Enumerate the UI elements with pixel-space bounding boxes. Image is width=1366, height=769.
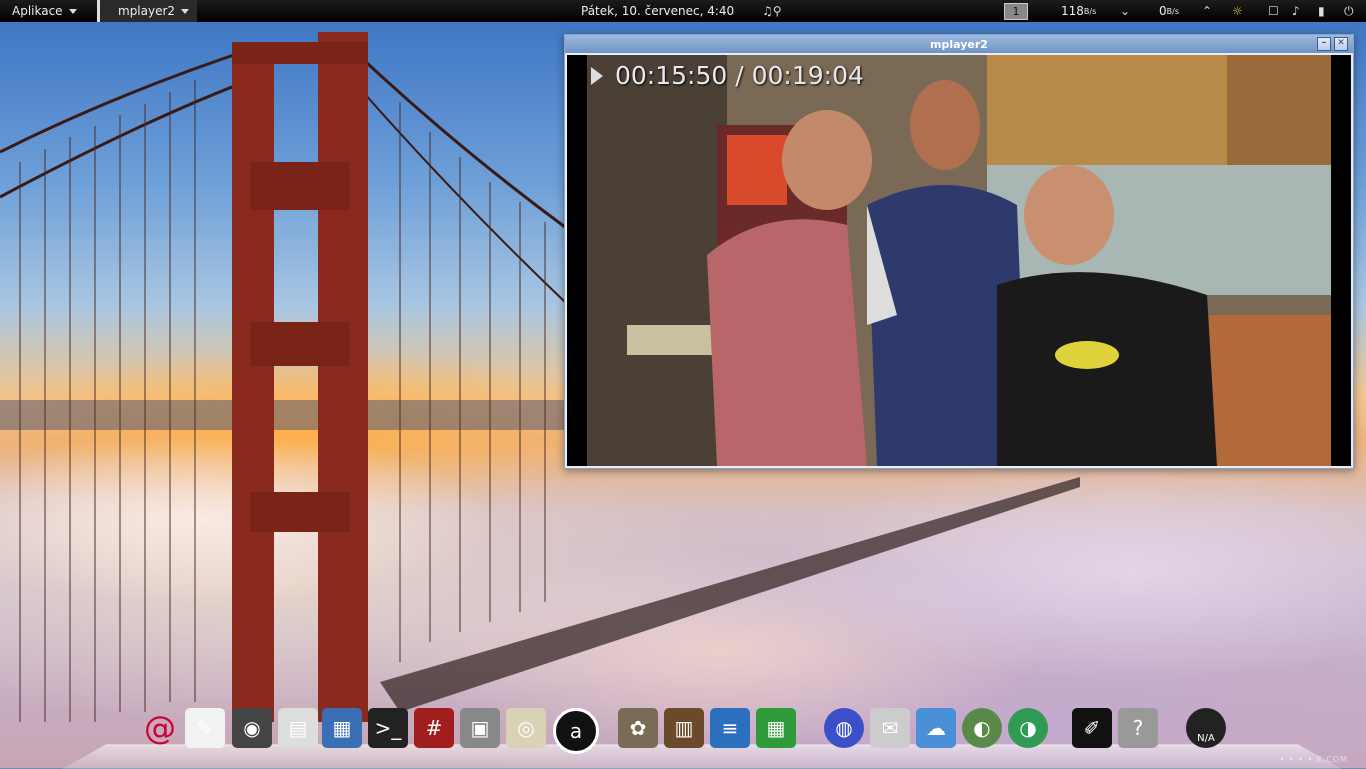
chevron-down-icon <box>181 8 190 14</box>
playback-osd: 00:15:50 / 00:19:04 <box>591 61 864 90</box>
upload-value: 0 <box>1159 4 1167 18</box>
video-scene <box>567 55 1351 466</box>
browser-globe-icon[interactable]: ◍ <box>824 708 864 748</box>
window-title: mplayer2 <box>930 37 988 51</box>
applications-menu-label: Aplikace <box>12 4 63 18</box>
mail-clock-icon[interactable]: ✉ <box>870 708 910 748</box>
chevron-down-icon <box>68 8 77 14</box>
notes-icon[interactable]: ✐ <box>1072 708 1112 748</box>
web-globe-icon[interactable]: ◑ <box>1008 708 1048 748</box>
download-unit: B/s <box>1083 6 1097 16</box>
minimize-button[interactable]: – <box>1317 37 1331 51</box>
debian-icon[interactable]: @ <box>140 708 180 748</box>
download-value: 118 <box>1061 4 1084 18</box>
terminal-icon[interactable]: >_ <box>368 708 408 748</box>
network-download-speed: 118 B/s <box>1061 0 1096 22</box>
applications-menu[interactable]: Aplikace <box>12 0 77 22</box>
watermark: • • • • E.COM <box>1279 755 1348 764</box>
amazon-icon[interactable]: a <box>553 708 599 754</box>
clock[interactable]: Pátek, 10. červenec, 4:40 <box>581 0 734 22</box>
volume-icon[interactable]: ♪ <box>1292 0 1300 22</box>
active-window-label: mplayer2 <box>118 4 176 18</box>
mplayer-window[interactable]: mplayer2 – ✕ 00:15:50 / 00:19:04 <box>564 34 1354 469</box>
gimp-icon[interactable]: ✿ <box>618 708 658 748</box>
network-upload-speed: 0 B/s <box>1159 0 1179 22</box>
package-installer-icon[interactable]: ▣ <box>460 708 500 748</box>
power-icon[interactable]: ⏻ <box>1344 0 1354 22</box>
upload-unit: B/s <box>1166 6 1179 16</box>
playback-time: 00:15:50 / 00:19:04 <box>615 61 864 90</box>
battery-icon[interactable]: ▮ <box>1318 0 1325 22</box>
window-icon[interactable]: ☐ <box>1268 0 1279 22</box>
network-globe-icon[interactable]: ◐ <box>962 708 1002 748</box>
speedometer-icon[interactable]: N/A <box>1186 708 1226 748</box>
workspace-switcher[interactable]: 1 <box>1004 3 1028 20</box>
close-button[interactable]: ✕ <box>1334 37 1348 51</box>
speedometer-label: N/A <box>1197 733 1215 744</box>
unknown-app-icon[interactable]: ? <box>1118 708 1158 748</box>
clock-label: Pátek, 10. červenec, 4:40 <box>581 4 735 18</box>
chevron-down-icon[interactable]: ⌄ <box>1120 0 1130 22</box>
writer-document-icon[interactable]: ≡ <box>710 708 750 748</box>
speaker-icon[interactable]: ◎ <box>506 708 546 748</box>
workspace-number: 1 <box>1012 5 1020 18</box>
play-icon <box>591 66 603 85</box>
disk-utility-icon[interactable]: ▦ <box>322 708 362 748</box>
root-terminal-icon[interactable]: # <box>414 708 454 748</box>
window-titlebar[interactable]: mplayer2 – ✕ <box>565 35 1353 53</box>
chat-bubble-icon[interactable]: ☁ <box>916 708 956 748</box>
calc-spreadsheet-icon[interactable]: ▦ <box>756 708 796 748</box>
weather-icon[interactable]: ☼ <box>1232 0 1243 22</box>
top-panel: Aplikace mplayer2 Pátek, 10. červenec, 4… <box>0 0 1366 22</box>
chevron-up-icon[interactable]: ⌃ <box>1202 0 1212 22</box>
text-editor-icon[interactable]: ✎ <box>185 708 225 748</box>
file-cabinet-icon[interactable]: ▤ <box>278 708 318 748</box>
video-frame[interactable]: 00:15:50 / 00:19:04 <box>567 55 1351 466</box>
library-icon[interactable]: ▥ <box>664 708 704 748</box>
dock: @ ✎ ◉ ▤ ▦ >_ # ▣ ◎ a ✿ ▥ ≡ ▦ ◍ ✉ ☁ ◐ ◑ ✐? N/A <box>0 700 1366 760</box>
active-window-task[interactable]: mplayer2 <box>97 0 198 22</box>
music-player-icon[interactable]: ♫⚲ <box>762 0 782 22</box>
camera-icon[interactable]: ◉ <box>232 708 272 748</box>
